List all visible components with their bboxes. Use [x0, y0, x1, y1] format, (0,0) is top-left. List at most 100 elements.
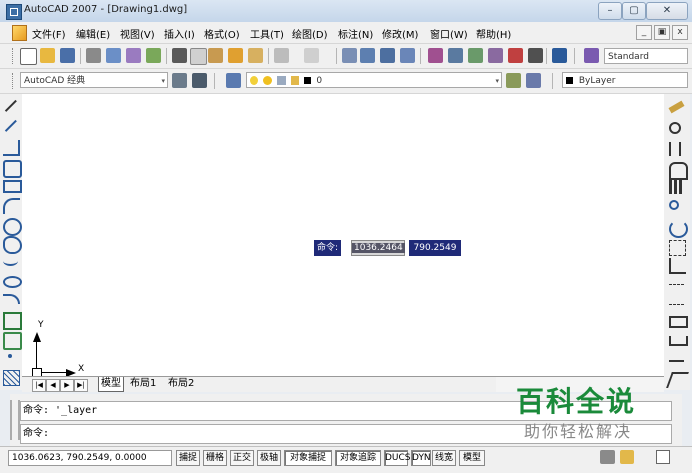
block-editor-icon[interactable] [248, 48, 263, 63]
ellipse-arc-icon[interactable] [3, 294, 20, 304]
clean-screen-icon[interactable] [656, 450, 670, 464]
close-button[interactable]: ✕ [646, 2, 688, 20]
minimize-button[interactable]: – [598, 2, 622, 20]
drawing-canvas[interactable]: Y X [22, 94, 664, 378]
open-folder-icon[interactable] [40, 48, 55, 63]
undo-icon[interactable] [274, 48, 289, 63]
menu-format[interactable]: 格式(O) [204, 26, 240, 41]
make-block-icon[interactable] [3, 332, 22, 350]
maximize-button[interactable]: ▢ [622, 2, 646, 20]
layer-select[interactable]: 0 ▾ [246, 72, 502, 88]
redo-icon[interactable] [304, 48, 319, 63]
model-space-toggle[interactable]: 模型 [459, 450, 485, 466]
object-track-toggle[interactable]: 对象追踪 [335, 450, 381, 466]
break-at-point-icon[interactable] [669, 316, 688, 328]
menu-window[interactable]: 窗口(W) [430, 26, 468, 41]
snap-toggle[interactable]: 捕捉 [176, 450, 200, 466]
toolbar-grip[interactable] [12, 48, 16, 64]
workspace-save-icon[interactable] [192, 73, 207, 88]
workspace-settings-icon[interactable] [172, 73, 187, 88]
pan-icon[interactable] [342, 48, 357, 63]
new-file-icon[interactable] [20, 48, 37, 65]
lineweight-toggle[interactable]: 线宽 [432, 450, 456, 466]
circle-icon[interactable] [3, 218, 22, 236]
calculator-icon[interactable] [528, 48, 543, 63]
properties-icon[interactable] [428, 48, 443, 63]
dynamic-input-y-field[interactable]: 790.2549 [409, 240, 461, 256]
menu-dimension[interactable]: 标注(N) [338, 26, 373, 41]
dynamic-input-x-field[interactable]: 1036.2464 [351, 240, 405, 256]
layer-previous-icon[interactable] [526, 73, 541, 88]
line-icon[interactable] [4, 99, 17, 112]
arc-icon[interactable] [3, 198, 20, 214]
previous-tab-button[interactable]: ◀ [46, 379, 60, 392]
publish-icon[interactable] [126, 48, 141, 63]
coordinates-display[interactable]: 1036.0623, 790.2549, 0.0000 [8, 450, 172, 466]
publish-web-icon[interactable] [146, 48, 161, 63]
lock-toolbar-icon[interactable] [620, 450, 634, 464]
polyline-icon[interactable] [3, 140, 20, 156]
object-snap-toggle[interactable]: 对象捕捉 [284, 450, 332, 466]
menu-tools[interactable]: 工具(T) [250, 26, 284, 41]
toolbar-grip[interactable] [12, 73, 16, 89]
offset-icon[interactable] [669, 162, 688, 180]
construction-line-icon[interactable] [4, 119, 17, 132]
break-icon[interactable] [669, 336, 688, 346]
move-icon[interactable] [669, 200, 679, 210]
menu-draw[interactable]: 绘图(D) [292, 26, 328, 41]
menu-view[interactable]: 视图(V) [120, 26, 155, 41]
help-icon[interactable] [552, 48, 567, 63]
menu-help[interactable]: 帮助(H) [476, 26, 511, 41]
join-icon[interactable] [669, 356, 684, 362]
make-layer-current-icon[interactable] [506, 73, 521, 88]
match-properties-icon[interactable] [228, 48, 243, 63]
revision-cloud-icon[interactable] [3, 236, 22, 254]
rotate-icon[interactable] [669, 220, 688, 238]
doc-minimize-button[interactable]: _ [636, 25, 652, 40]
dyn-toggle[interactable]: DYN [411, 450, 431, 466]
array-icon[interactable] [669, 180, 684, 194]
menu-edit[interactable]: 编辑(E) [76, 26, 110, 41]
point-icon[interactable] [8, 354, 12, 358]
tool-palettes-icon[interactable] [468, 48, 483, 63]
sheet-set-icon[interactable] [488, 48, 503, 63]
tab-model[interactable]: 模型 [98, 377, 124, 392]
zoom-window-icon[interactable] [380, 48, 395, 63]
extend-icon[interactable] [669, 298, 684, 305]
last-tab-button[interactable]: ▶| [74, 379, 88, 392]
ellipse-icon[interactable] [3, 276, 22, 288]
next-tab-button[interactable]: ▶ [60, 379, 74, 392]
command-window-grip[interactable] [10, 400, 20, 440]
tab-layout2[interactable]: 布局2 [166, 377, 196, 391]
zoom-previous-icon[interactable] [400, 48, 415, 63]
save-icon[interactable] [60, 48, 75, 63]
color-control-select[interactable]: ByLayer [562, 72, 688, 88]
scale-icon[interactable] [669, 240, 686, 256]
ortho-toggle[interactable]: 正交 [230, 450, 254, 466]
print-icon[interactable] [86, 48, 101, 63]
mirror-icon[interactable] [669, 142, 681, 156]
cut-icon[interactable] [172, 48, 187, 63]
layer-manager-icon[interactable] [226, 73, 241, 88]
text-style-select[interactable]: Standard [604, 48, 688, 64]
copy-icon[interactable] [190, 48, 207, 65]
document-icon[interactable] [12, 25, 27, 41]
polar-toggle[interactable]: 极轴 [257, 450, 281, 466]
polygon-icon[interactable] [3, 160, 22, 178]
design-center-icon[interactable] [448, 48, 463, 63]
zoom-realtime-icon[interactable] [360, 48, 375, 63]
paste-icon[interactable] [208, 48, 223, 63]
ducs-toggle[interactable]: DUCS [384, 450, 411, 466]
plot-preview-icon[interactable] [106, 48, 121, 63]
menu-modify[interactable]: 修改(M) [382, 26, 418, 41]
tab-layout1[interactable]: 布局1 [128, 377, 158, 391]
communication-center-icon[interactable] [600, 450, 615, 464]
grid-toggle[interactable]: 栅格 [203, 450, 227, 466]
doc-close-button[interactable]: x [672, 25, 688, 40]
autocad-app-icon[interactable] [6, 4, 22, 20]
spline-icon[interactable] [3, 256, 18, 266]
first-tab-button[interactable]: |◀ [32, 379, 46, 392]
insert-block-icon[interactable] [3, 312, 22, 330]
text-style-icon[interactable] [584, 48, 599, 63]
hatch-icon[interactable] [3, 370, 20, 386]
